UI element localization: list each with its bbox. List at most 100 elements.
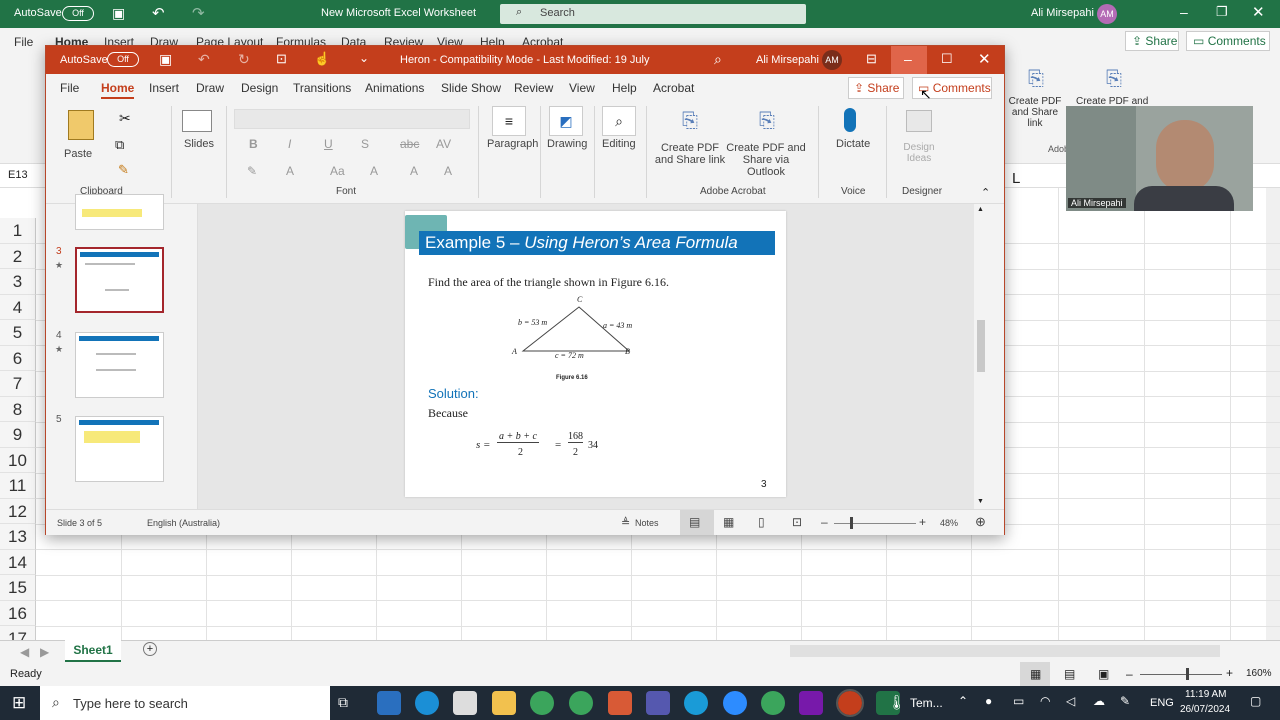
row-header[interactable]: 5	[0, 320, 36, 346]
excel-create-pdf-link[interactable]: Create PDF and Share link	[1005, 96, 1065, 129]
tab-review[interactable]: Review	[514, 81, 553, 95]
row-header[interactable]: 6	[0, 345, 36, 371]
zoom-icon[interactable]	[723, 691, 747, 715]
battery-icon[interactable]: ▭	[1013, 694, 1024, 708]
zoom-slider[interactable]	[1140, 674, 1222, 675]
excel-user-avatar[interactable]: AM	[1097, 4, 1117, 24]
shadow-icon[interactable]: S	[361, 137, 369, 151]
chrome-icon[interactable]	[761, 691, 785, 715]
tab-home[interactable]: Home	[101, 81, 135, 99]
windows-start-icon[interactable]: ⊞	[12, 693, 26, 713]
underline-icon[interactable]: U	[324, 137, 333, 151]
volume-icon[interactable]: ◁	[1066, 694, 1075, 708]
scroll-thumb[interactable]	[977, 320, 985, 372]
close-icon[interactable]: ✕	[1252, 3, 1265, 21]
wifi-icon[interactable]: ◠	[1040, 694, 1050, 708]
page-layout-icon[interactable]: ▤	[1064, 667, 1075, 681]
dictate-button[interactable]: Dictate	[836, 138, 870, 150]
vertical-scrollbar[interactable]	[1266, 188, 1280, 640]
strikethrough-icon[interactable]: abc	[400, 137, 419, 151]
italic-icon[interactable]: I	[288, 137, 291, 151]
row-header[interactable]: 9	[0, 422, 36, 448]
add-sheet-icon[interactable]: +	[143, 642, 157, 656]
copy-icon[interactable]: ⧉	[115, 137, 124, 153]
search-icon[interactable]: ⌕	[714, 51, 722, 68]
slide-thumbnail-2[interactable]	[75, 194, 164, 230]
tab-view[interactable]: View	[569, 81, 595, 95]
redo-icon[interactable]: ↻	[238, 51, 250, 68]
slideshow-icon[interactable]: ⊡	[792, 515, 802, 529]
excel-share-button[interactable]: ⇪ Share	[1125, 31, 1179, 51]
slide-thumbnail-5[interactable]	[75, 416, 164, 482]
paste-icon[interactable]	[68, 110, 94, 140]
close-icon[interactable]: ✕	[978, 50, 991, 68]
edge-icon[interactable]	[415, 691, 439, 715]
maximize-icon[interactable]: ☐	[941, 51, 953, 67]
create-pdf-share-outlook-button[interactable]: Create PDF and Share via Outlook	[724, 142, 808, 178]
row-header[interactable]: 8	[0, 396, 36, 422]
paragraph-button[interactable]: Paragraph	[487, 138, 538, 150]
row-header[interactable]: 1	[0, 218, 36, 244]
excel-autosave-toggle[interactable]: Off	[62, 6, 94, 21]
redo-icon[interactable]: ↷	[192, 4, 205, 22]
onenote-icon[interactable]	[799, 691, 823, 715]
row-header[interactable]: 11	[0, 473, 36, 499]
undo-icon[interactable]: ↶	[152, 4, 165, 22]
slide-thumbnail-3[interactable]	[75, 247, 164, 313]
touch-mode-icon[interactable]: ☝	[314, 51, 330, 67]
powerpoint-icon[interactable]	[836, 689, 864, 717]
row-header[interactable]: 14	[0, 549, 36, 575]
ppt-user-avatar[interactable]: AM	[822, 50, 842, 70]
change-case-icon[interactable]: Aa	[330, 164, 345, 178]
tab-design[interactable]: Design	[241, 81, 278, 95]
tab-insert[interactable]: Insert	[149, 81, 179, 95]
store-icon[interactable]	[453, 691, 477, 715]
slide-sorter-icon[interactable]: ▦	[723, 515, 734, 529]
row-header[interactable]: 15	[0, 575, 36, 601]
slide[interactable]: Example 5 – Using Heron’s Area Formula F…	[405, 211, 786, 497]
find-icon[interactable]: ⌕	[602, 106, 636, 136]
task-view-icon[interactable]: ⧉	[338, 694, 348, 711]
bold-icon[interactable]: B	[249, 137, 258, 151]
increase-font-icon[interactable]: A	[370, 164, 378, 178]
language-status[interactable]: English (Australia)	[147, 518, 220, 528]
paragraph-icon[interactable]: ≡	[492, 106, 526, 136]
onedrive-icon[interactable]: ☁	[1093, 694, 1105, 708]
row-header[interactable]: 10	[0, 447, 36, 473]
zoom-slider-thumb[interactable]	[1186, 668, 1189, 680]
undo-icon[interactable]: ↶	[198, 51, 210, 68]
ppt-share-button[interactable]: ⇪ Share	[848, 77, 904, 99]
row-header[interactable]: 3	[0, 269, 36, 295]
paste-button[interactable]: Paste	[64, 148, 92, 160]
file-explorer-icon[interactable]	[492, 691, 516, 715]
reading-view-icon[interactable]: ▯	[758, 515, 765, 529]
tab-draw[interactable]: Draw	[196, 81, 224, 95]
slide-editing-area[interactable]: Example 5 – Using Heron’s Area Formula F…	[198, 204, 988, 509]
customize-toolbar-icon[interactable]: ⌄	[359, 51, 369, 65]
teams-icon[interactable]	[646, 691, 670, 715]
scroll-up-icon[interactable]: ▲	[977, 206, 984, 213]
slide-thumbnail-4[interactable]	[75, 332, 164, 398]
notes-button[interactable]: Notes	[635, 518, 659, 528]
microphone-icon[interactable]	[844, 108, 856, 132]
restore-icon[interactable]: ❐	[1216, 4, 1228, 20]
highlight-icon[interactable]: ✎	[247, 164, 257, 178]
horizontal-scrollbar[interactable]	[790, 645, 1220, 657]
language-indicator[interactable]: ENG	[1150, 697, 1174, 709]
name-box[interactable]: E13	[8, 169, 28, 181]
slides-button[interactable]: Slides	[184, 138, 214, 150]
taskbar-app-icon[interactable]	[377, 691, 401, 715]
excel-comments-button[interactable]: ▭ Comments	[1186, 31, 1270, 51]
zoom-out-icon[interactable]: –	[821, 515, 828, 529]
tab-slide-show[interactable]: Slide Show	[441, 81, 501, 95]
column-header-l[interactable]: L	[1012, 170, 1020, 187]
excel-menu-file[interactable]: File	[14, 35, 33, 49]
row-header[interactable]: 4	[0, 294, 36, 320]
page-break-icon[interactable]: ▣	[1098, 667, 1109, 681]
clock-time[interactable]: 11:19 AM	[1185, 689, 1227, 700]
microphone-icon[interactable]: ●	[985, 694, 992, 708]
row-header[interactable]: 13	[0, 524, 36, 550]
chevron-up-icon[interactable]: ⌃	[958, 694, 968, 708]
excel-zoom-level[interactable]: 160%	[1246, 668, 1272, 679]
save-icon[interactable]: ▣	[112, 5, 125, 22]
